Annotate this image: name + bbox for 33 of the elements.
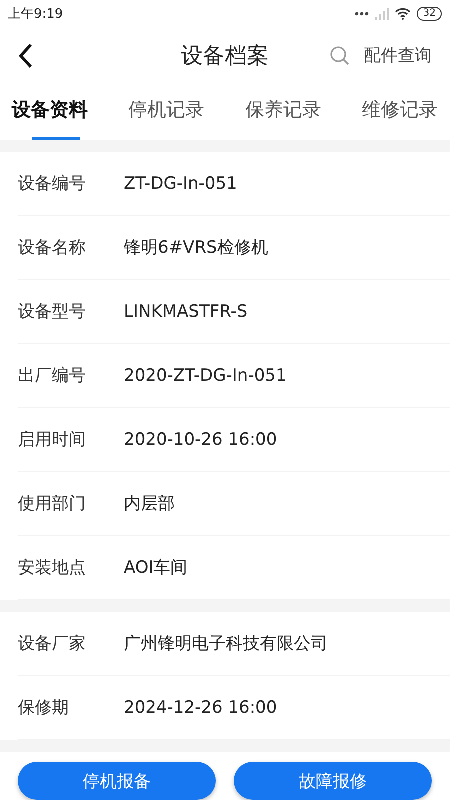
field-value: LINKMASTFR-S <box>124 302 248 322</box>
field-label: 设备编号 <box>18 173 87 195</box>
signal-icon <box>375 8 390 20</box>
field-label: 设备名称 <box>18 237 87 259</box>
field-value: 锋明6#VRS检修机 <box>124 237 268 259</box>
tab[interactable]: 保养记录 <box>245 84 322 140</box>
tab[interactable]: 维修记录 <box>362 84 438 140</box>
fault-repair-button[interactable]: 故障报修 <box>234 762 432 800</box>
search-icon[interactable] <box>330 46 350 66</box>
tab[interactable]: 停机记录 <box>128 84 205 140</box>
back-icon[interactable] <box>18 42 34 69</box>
more-icon <box>355 12 370 16</box>
field-label: 使用部门 <box>18 493 87 515</box>
battery-level: 32 <box>417 6 442 21</box>
field-value: 广州锋明电子科技有限公司 <box>124 633 328 655</box>
field-label: 设备厂家 <box>18 633 87 655</box>
field-value: ZT-DG-In-051 <box>124 174 238 194</box>
page-title: 设备档案 <box>181 42 269 71</box>
field-value: AOI车间 <box>124 557 188 579</box>
field-value: 2020-ZT-DG-In-051 <box>124 366 287 386</box>
field-label: 启用时间 <box>18 429 87 451</box>
field-label: 保修期 <box>18 697 70 719</box>
field-label: 设备型号 <box>18 301 87 323</box>
wifi-icon <box>395 8 412 20</box>
parts-search-link[interactable]: 配件查询 <box>364 44 432 68</box>
field-label: 安装地点 <box>18 557 87 579</box>
field-value: 2024-12-26 16:00 <box>124 698 278 718</box>
status-time: 上午9:19 <box>8 6 64 23</box>
field-value: 2020-10-26 16:00 <box>124 430 278 450</box>
field-label: 出厂编号 <box>18 365 87 387</box>
shutdown-report-button[interactable]: 停机报备 <box>18 762 216 800</box>
field-value: 内层部 <box>124 493 175 515</box>
tab[interactable]: 设备资料 <box>12 84 88 140</box>
